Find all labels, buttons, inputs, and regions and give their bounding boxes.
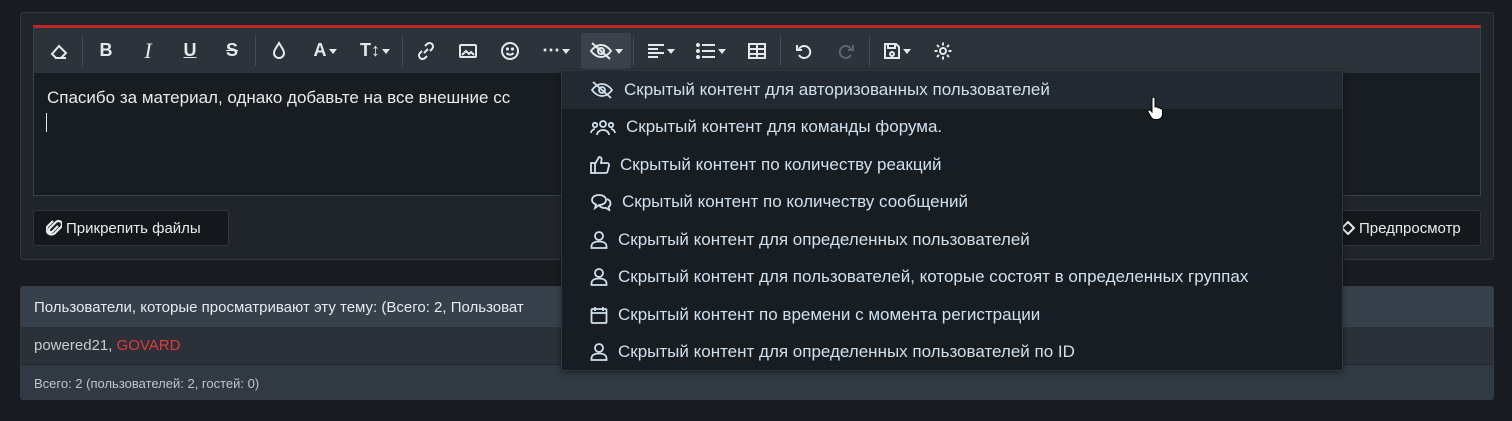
toolbar-separator	[402, 35, 403, 66]
toolbar-separator	[633, 35, 634, 66]
menu-item-label: Скрытый контент для пользователей, котор…	[618, 267, 1249, 287]
menu-item-label: Скрытый контент по времени с момента рег…	[618, 304, 1041, 324]
paperclip-icon	[46, 219, 62, 236]
undo-icon[interactable]	[783, 33, 825, 69]
editor-toolbar: B I U S A T↕ ⋯	[34, 28, 1480, 73]
attach-files-label: Прикрепить файлы	[66, 219, 201, 237]
menu-item-hide-authorized[interactable]: Скрытый контент для авторизованных польз…	[562, 71, 1342, 109]
user-icon	[590, 343, 608, 362]
chevron-down-icon	[328, 49, 337, 54]
font-family-icon[interactable]: A	[300, 33, 350, 69]
italic-icon[interactable]: I	[127, 33, 169, 69]
color-drop-icon[interactable]	[258, 33, 300, 69]
save-draft-icon[interactable]	[872, 33, 922, 69]
chevron-down-icon	[615, 49, 623, 54]
font-size-icon[interactable]: T↕	[350, 33, 400, 69]
toolbar-separator	[780, 35, 781, 66]
menu-item-label: Скрытый контент по количеству сообщений	[622, 192, 968, 212]
list-icon[interactable]	[686, 33, 736, 69]
strikethrough-icon[interactable]: S	[211, 33, 253, 69]
editor-text[interactable]: Спасибо за материал, однако добавьте на …	[47, 88, 557, 108]
preview-icon	[1341, 221, 1355, 235]
eraser-icon[interactable]	[38, 33, 80, 69]
user-separator: ,	[108, 337, 117, 354]
underline-icon[interactable]: U	[169, 33, 211, 69]
user-icon	[590, 268, 608, 287]
menu-item-hide-reactions[interactable]: Скрытый контент по количеству реакций	[562, 146, 1342, 184]
menu-item-hide-users-by-id[interactable]: Скрытый контент для определенных пользов…	[562, 334, 1342, 372]
chevron-down-icon	[562, 49, 570, 54]
menu-item-hide-staff[interactable]: Скрытый контент для команды форума.	[562, 109, 1342, 147]
settings-gear-icon[interactable]	[922, 33, 964, 69]
menu-item-label: Скрытый контент для авторизованных польз…	[624, 79, 1050, 99]
menu-item-label: Скрытый контент для определенных пользов…	[618, 342, 1075, 362]
redo-icon[interactable]	[825, 33, 867, 69]
preview-label: Предпросмотр	[1359, 219, 1461, 237]
users-group-icon	[590, 120, 616, 136]
thumbs-up-icon	[590, 155, 610, 174]
chevron-down-icon	[903, 49, 911, 54]
user-link[interactable]: GOVARD	[117, 337, 181, 354]
image-icon[interactable]	[447, 33, 489, 69]
more-icon[interactable]: ⋯	[531, 33, 581, 69]
menu-item-label: Скрытый контент для команды форума.	[626, 117, 943, 137]
hide-content-dropdown: Скрытый контент для авторизованных польз…	[561, 70, 1343, 371]
menu-item-label: Скрытый контент по количеству реакций	[620, 154, 942, 174]
chevron-down-icon	[718, 49, 726, 54]
menu-item-hide-messages[interactable]: Скрытый контент по количеству сообщений	[562, 184, 1342, 222]
toolbar-separator	[869, 35, 870, 66]
toolbar-separator	[82, 35, 83, 66]
user-icon	[590, 230, 608, 249]
text-cursor	[46, 113, 47, 132]
menu-item-hide-groups[interactable]: Скрытый контент для пользователей, котор…	[562, 259, 1342, 297]
menu-item-hide-users[interactable]: Скрытый контент для определенных пользов…	[562, 221, 1342, 259]
smiley-icon[interactable]	[489, 33, 531, 69]
preview-button[interactable]: Предпросмотр	[1330, 210, 1481, 246]
menu-item-hide-registration-time[interactable]: Скрытый контент по времени с момента рег…	[562, 296, 1342, 334]
comments-icon	[591, 194, 612, 212]
attach-files-button[interactable]: Прикрепить файлы	[33, 210, 229, 246]
link-icon[interactable]	[405, 33, 447, 69]
bold-icon[interactable]: B	[85, 33, 127, 69]
chevron-down-icon	[667, 49, 675, 54]
menu-item-label: Скрытый контент для определенных пользов…	[618, 229, 1030, 249]
calendar-icon	[590, 306, 608, 324]
chevron-down-icon	[382, 49, 390, 54]
user-link[interactable]: powered21	[34, 337, 108, 354]
hide-icon[interactable]	[581, 32, 631, 69]
eye-slash-icon	[590, 81, 614, 99]
toolbar-separator	[255, 35, 256, 66]
hand-pointer-icon	[1147, 96, 1163, 126]
align-icon[interactable]	[636, 33, 686, 69]
table-icon[interactable]	[736, 33, 778, 69]
